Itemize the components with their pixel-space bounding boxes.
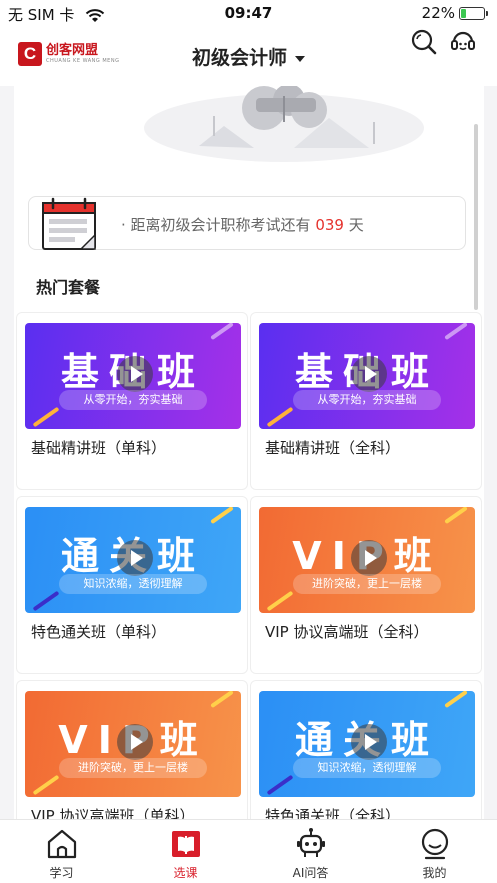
thumbnail-tagline: 知识浓缩，透彻理解 <box>293 758 441 778</box>
course-thumbnail: 基础班 从零开始，夯实基础 <box>259 323 475 429</box>
decor-stripe <box>444 691 468 709</box>
course-title: 基础精讲班（单科） <box>31 439 167 457</box>
thumbnail-tagline: 从零开始，夯实基础 <box>59 390 207 410</box>
app-header: C 创客网盟 CHUANG KE WANG MENG 初级会计师 <box>0 28 497 86</box>
course-card[interactable]: 通关班 知识浓缩，透彻理解 特色通关班（全科） <box>250 680 482 819</box>
decor-stripe <box>444 507 468 525</box>
exam-countdown: · 距离初级会计职称考试还有 039 天 <box>28 196 466 250</box>
decor-stripe <box>32 590 60 612</box>
decor-stripe <box>444 323 468 341</box>
course-thumbnail: VIP班 进阶突破，更上一层楼 <box>25 691 241 797</box>
tab-profile-label: 我的 <box>422 866 447 880</box>
play-icon[interactable] <box>351 724 387 760</box>
decor-stripe <box>210 507 234 525</box>
course-card[interactable]: VIP班 进阶突破，更上一层楼 VIP 协议高端班（单科） <box>16 680 248 819</box>
banner-illustration <box>144 86 424 162</box>
course-card[interactable]: 通关班 知识浓缩，透彻理解 特色通关班（单科） <box>16 496 248 674</box>
decor-stripe <box>32 406 60 428</box>
decor-stripe <box>210 323 234 341</box>
decor-stripe <box>266 774 294 796</box>
course-card[interactable]: 基础班 从零开始，夯实基础 基础精讲班（全科） <box>250 312 482 490</box>
scrollbar[interactable] <box>474 124 478 310</box>
robot-icon <box>296 828 325 857</box>
course-title: VIP 协议高端班（全科） <box>265 623 429 641</box>
thumbnail-tagline: 进阶突破，更上一层楼 <box>59 758 207 778</box>
decor-stripe <box>266 406 294 428</box>
tab-profile[interactable]: 我的 <box>385 820 484 883</box>
course-title: 基础精讲班（全科） <box>265 439 401 457</box>
countdown-days: 039 <box>315 216 344 234</box>
tab-ai-qa-label: AI问答 <box>292 866 329 880</box>
course-thumbnail: 基础班 从零开始，夯实基础 <box>25 323 241 429</box>
countdown-text: · 距离初级会计职称考试还有 039 天 <box>121 214 364 235</box>
play-icon[interactable] <box>351 540 387 576</box>
search-icon[interactable] <box>410 28 438 56</box>
decor-stripe <box>32 774 60 796</box>
caret-down-icon <box>295 55 305 62</box>
status-bar: 无 SIM 卡 09:47 22% <box>0 0 497 30</box>
decor-stripe <box>266 590 294 612</box>
decor-stripe <box>210 691 234 709</box>
book-icon <box>171 831 200 857</box>
exam-selector-label: 初级会计师 <box>191 47 287 69</box>
tab-courses[interactable]: 选课 <box>136 820 235 883</box>
course-card[interactable]: 基础班 从零开始，夯实基础 基础精讲班（单科） <box>16 312 248 490</box>
battery-fill <box>461 8 466 18</box>
play-icon[interactable] <box>117 724 153 760</box>
bottom-tab-bar: 学习 选课 AI问答 我的 <box>0 819 497 883</box>
customer-service-icon[interactable] <box>449 28 477 56</box>
course-thumbnail: 通关班 知识浓缩，透彻理解 <box>259 691 475 797</box>
play-icon[interactable] <box>117 540 153 576</box>
home-icon <box>47 829 76 859</box>
play-icon[interactable] <box>117 356 153 392</box>
tab-study-label: 学习 <box>49 866 74 880</box>
course-thumbnail: 通关班 知识浓缩，透彻理解 <box>25 507 241 613</box>
battery-percent: 22% <box>421 4 455 22</box>
section-title-hot-packages: 热门套餐 <box>36 278 101 297</box>
countdown-suffix: 天 <box>348 216 364 234</box>
profile-icon <box>421 828 448 860</box>
battery-status: 22% <box>421 4 488 22</box>
thumbnail-tagline: 从零开始，夯实基础 <box>293 390 441 410</box>
thumbnail-tagline: 知识浓缩，透彻理解 <box>59 574 207 594</box>
course-title: 特色通关班（全科） <box>265 807 401 819</box>
course-thumbnail: VIP班 进阶突破，更上一层楼 <box>259 507 475 613</box>
calendar-icon <box>42 197 96 250</box>
course-list-panel[interactable]: · 距离初级会计职称考试还有 039 天 热门套餐 基础班 从零开始，夯实基础 … <box>14 86 484 819</box>
tab-study[interactable]: 学习 <box>12 820 111 883</box>
countdown-prefix: · 距离初级会计职称考试还有 <box>121 216 311 234</box>
battery-icon <box>459 6 488 20</box>
tab-ai-qa[interactable]: AI问答 <box>261 820 360 883</box>
tab-courses-label: 选课 <box>173 866 198 880</box>
thumbnail-tagline: 进阶突破，更上一层楼 <box>293 574 441 594</box>
course-card[interactable]: VIP班 进阶突破，更上一层楼 VIP 协议高端班（全科） <box>250 496 482 674</box>
course-title: VIP 协议高端班（单科） <box>31 807 195 819</box>
play-icon[interactable] <box>351 356 387 392</box>
course-title: 特色通关班（单科） <box>31 623 167 641</box>
